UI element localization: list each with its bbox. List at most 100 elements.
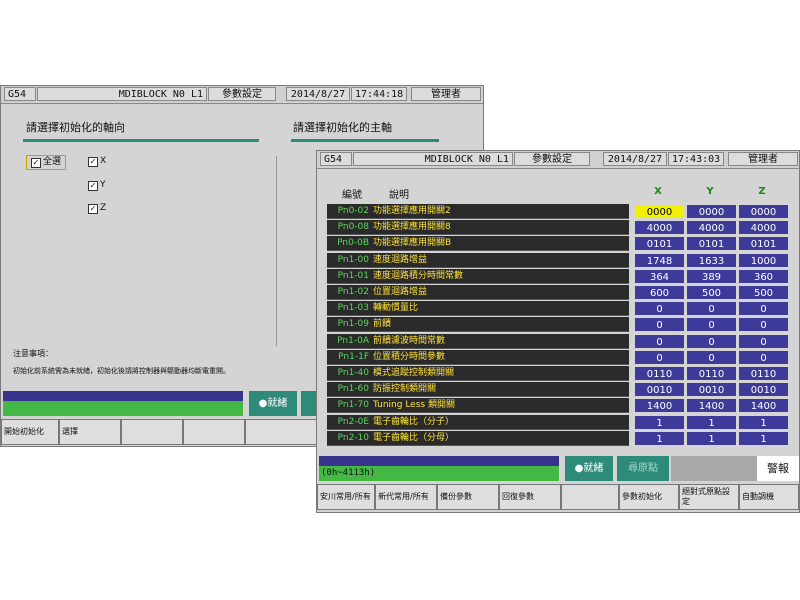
param-value-z[interactable]: 1 <box>738 414 789 430</box>
panel-divider <box>276 156 277 346</box>
table-row[interactable]: Pn1-70 Tuning Less 類開關 1400 1400 1400 <box>327 398 792 414</box>
param-value-z[interactable]: 0101 <box>738 236 789 252</box>
axis-y-checkbox[interactable]: ✓ Y <box>88 180 106 191</box>
param-value-z[interactable]: 1000 <box>738 252 789 268</box>
param-value-y[interactable]: 0000 <box>686 204 737 219</box>
table-row[interactable]: Pn1-60 防振控制類開關 0010 0010 0010 <box>327 382 792 398</box>
param-code: Pn0-02 <box>327 204 371 219</box>
param-value-x[interactable]: 0010 <box>634 382 685 398</box>
param-value-y[interactable]: 389 <box>686 268 737 284</box>
mode-label: 參數設定 <box>208 87 276 101</box>
param-description: 防振控制類開關 <box>371 382 629 398</box>
param-value-z[interactable]: 4000 <box>738 220 789 236</box>
table-row[interactable]: Pn0-0B 功能選擇應用開關B 0101 0101 0101 <box>327 236 792 252</box>
param-value-x[interactable]: 1 <box>634 430 685 446</box>
param-description: 前饋 <box>371 317 629 333</box>
axis-z-checkbox[interactable]: ✓ Z <box>88 203 106 214</box>
param-value-z[interactable]: 0 <box>738 317 789 333</box>
table-row[interactable]: Pn1-01 速度迴路積分時間常數 364 389 360 <box>327 268 792 284</box>
param-value-x[interactable]: 364 <box>634 268 685 284</box>
param-value-z[interactable]: 0 <box>738 333 789 349</box>
param-value-y[interactable]: 0 <box>686 301 737 317</box>
param-value-y[interactable]: 0101 <box>686 236 737 252</box>
param-value-x[interactable]: 600 <box>634 285 685 300</box>
time: 17:44:18 <box>351 87 407 101</box>
param-value-y[interactable]: 0 <box>686 349 737 365</box>
table-row[interactable]: Pn0-02 功能選擇應用開關2 0000 0000 0000 <box>327 204 792 219</box>
param-value-x[interactable]: 0101 <box>634 236 685 252</box>
ready-indicator: ●就緒 <box>565 456 613 481</box>
param-value-z[interactable]: 0010 <box>738 382 789 398</box>
param-value-x[interactable]: 1 <box>634 414 685 430</box>
table-row[interactable]: Pn2-0E 電子齒輪比（分子） 1 1 1 <box>327 414 792 430</box>
param-value-z[interactable]: 360 <box>738 268 789 284</box>
param-value-z[interactable]: 0110 <box>738 366 789 381</box>
auto-tune-button[interactable]: 自動調機 <box>739 484 799 510</box>
param-code: Pn1-02 <box>327 285 371 300</box>
table-row[interactable]: Pn1-0A 前饋濾波時間常數 0 0 0 <box>327 333 792 349</box>
restore-params-button[interactable]: 回復參數 <box>499 484 561 510</box>
select-all-checkbox[interactable]: ✓ 全選 <box>26 155 67 170</box>
param-value-y[interactable]: 1400 <box>686 398 737 414</box>
param-value-z[interactable]: 1400 <box>738 398 789 414</box>
param-value-y[interactable]: 0010 <box>686 382 737 398</box>
table-row[interactable]: Pn1-1F 位置積分時間參數 0 0 0 <box>327 349 792 365</box>
col-header-x: X <box>654 186 662 197</box>
param-value-x[interactable]: 0 <box>634 349 685 365</box>
param-value-y[interactable]: 500 <box>686 285 737 300</box>
axis-x-checkbox[interactable]: ✓ X <box>88 156 106 167</box>
param-value-x[interactable]: 1400 <box>634 398 685 414</box>
param-value-y[interactable]: 1633 <box>686 252 737 268</box>
status-bar: G54 MDIBLOCK N0 L1 參數設定 2014/8/27 17:43:… <box>317 151 799 169</box>
param-value-z[interactable]: 0 <box>738 301 789 317</box>
param-value-x[interactable]: 0000 <box>634 204 685 219</box>
param-code: Pn1-1F <box>327 349 371 365</box>
softkey-empty-1[interactable] <box>121 419 183 445</box>
yaskawa-common-button[interactable]: 安川常用/所有 <box>317 484 375 510</box>
table-row[interactable]: Pn1-00 速度迴路增益 1748 1633 1000 <box>327 252 792 268</box>
param-value-z[interactable]: 500 <box>738 285 789 300</box>
param-value-y[interactable]: 0 <box>686 317 737 333</box>
col-header-desc: 說明 <box>389 190 409 201</box>
param-value-x[interactable]: 4000 <box>634 220 685 236</box>
table-row[interactable]: Pn1-02 位置迴路增益 600 500 500 <box>327 285 792 300</box>
backup-params-button[interactable]: 備份參數 <box>437 484 499 510</box>
axis-heading: 請選擇初始化的軸向 <box>26 121 125 134</box>
table-row[interactable]: Pn1-03 轉動慣量比 0 0 0 <box>327 301 792 317</box>
param-value-z[interactable]: 0000 <box>738 204 789 219</box>
param-value-z[interactable]: 0 <box>738 349 789 365</box>
spindle-heading-rule <box>291 139 439 142</box>
softkey-empty-2[interactable] <box>183 419 245 445</box>
table-row[interactable]: Pn1-09 前饋 0 0 0 <box>327 317 792 333</box>
param-value-z[interactable]: 1 <box>738 430 789 446</box>
message-bar <box>319 456 559 466</box>
softkey-empty-3[interactable] <box>245 419 317 445</box>
param-value-x[interactable]: 0 <box>634 301 685 317</box>
param-description: 電子齒輪比（分子） <box>371 414 629 430</box>
start-init-button[interactable]: 開始初始化 <box>1 419 59 445</box>
status-progress-bar <box>3 401 243 416</box>
param-description: 轉動慣量比 <box>371 301 629 317</box>
param-value-y[interactable]: 0 <box>686 333 737 349</box>
select-button[interactable]: 選擇 <box>59 419 121 445</box>
param-value-y[interactable]: 0110 <box>686 366 737 381</box>
table-row[interactable]: Pn2-10 電子齒輪比（分母） 1 1 1 <box>327 430 792 446</box>
home-indicator: 尋原點 <box>617 456 669 481</box>
param-init-button[interactable]: 參數初始化 <box>619 484 679 510</box>
param-value-x[interactable]: 1748 <box>634 252 685 268</box>
table-row[interactable]: Pn1-40 模式追蹤控制類開關 0110 0110 0110 <box>327 366 792 381</box>
abs-origin-set-button[interactable]: 絕對式原點設定 <box>679 484 739 510</box>
param-value-x[interactable]: 0 <box>634 333 685 349</box>
axis-z-label: Z <box>100 203 107 213</box>
param-value-y[interactable]: 1 <box>686 414 737 430</box>
param-value-x[interactable]: 0 <box>634 317 685 333</box>
user-label: 管理者 <box>411 87 481 101</box>
softkey-empty[interactable] <box>561 484 619 510</box>
param-value-y[interactable]: 4000 <box>686 220 737 236</box>
date: 2014/8/27 <box>603 152 667 166</box>
syntec-common-button[interactable]: 新代常用/所有 <box>375 484 437 510</box>
param-description: 速度迴路積分時間常數 <box>371 268 629 284</box>
param-value-x[interactable]: 0110 <box>634 366 685 381</box>
param-value-y[interactable]: 1 <box>686 430 737 446</box>
table-row[interactable]: Pn0-08 功能選擇應用開關8 4000 4000 4000 <box>327 220 792 236</box>
